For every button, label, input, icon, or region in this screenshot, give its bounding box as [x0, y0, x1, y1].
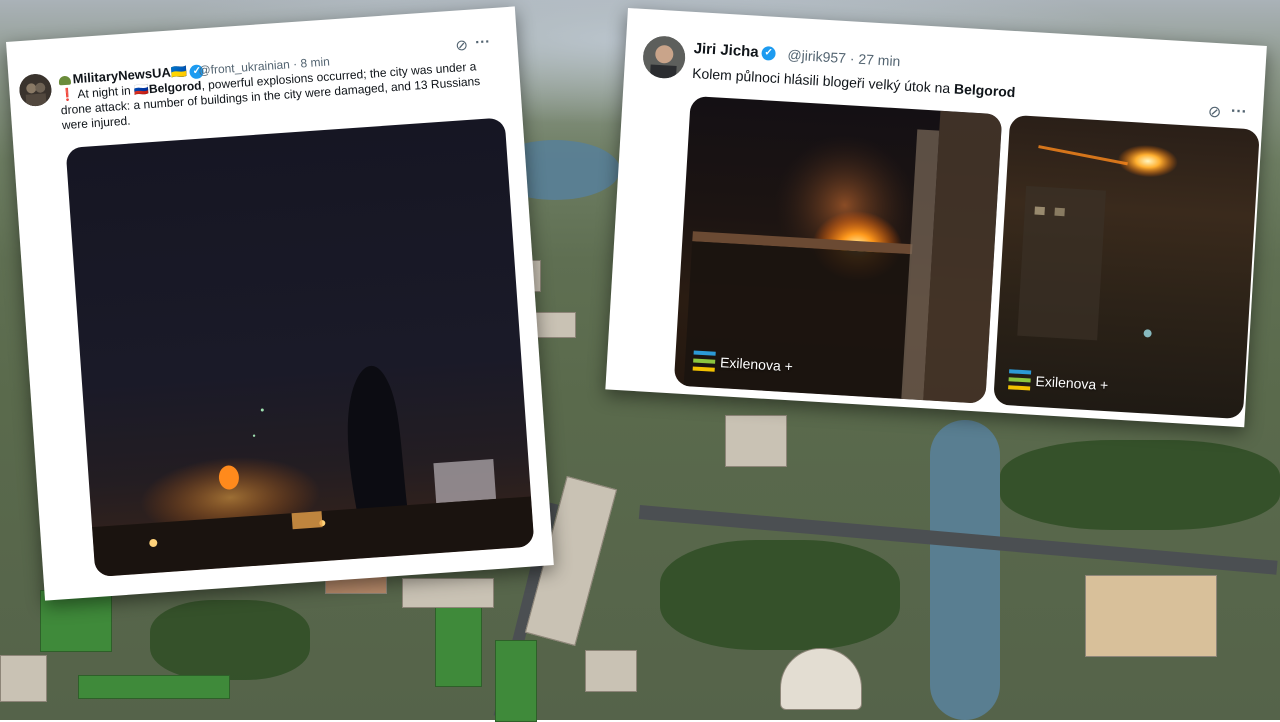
avatar-image — [641, 35, 687, 80]
tweet-photo-2[interactable]: Exilenova + — [993, 114, 1260, 420]
tweet-video[interactable] — [65, 117, 535, 578]
park-trees — [660, 540, 900, 650]
more-icon[interactable]: ··· — [475, 33, 491, 51]
exilenova-logo-icon — [1008, 369, 1032, 391]
grok-icon[interactable]: ⊘ — [1207, 104, 1221, 122]
tweet-card[interactable]: Jiri Jicha ✓ @jirik957 · 27 min Kolem půl… — [605, 8, 1267, 428]
tweet-photo-1[interactable]: Exilenova + — [673, 95, 1003, 404]
tweet-card[interactable]: MilitaryNewsUA🇺🇦 ✓ @front_ukrainian · 8 m… — [6, 6, 554, 601]
river-channel — [930, 420, 1000, 720]
theatre-building — [780, 648, 862, 710]
night-explosion-scene — [92, 365, 535, 578]
helmet-emoji — [58, 75, 72, 86]
user-handle[interactable]: @jirik957 · 27 min — [787, 47, 901, 70]
green-roof-building — [78, 675, 230, 699]
watermark-text: Exilenova + — [719, 354, 794, 375]
verified-badge-icon: ✓ — [761, 46, 777, 61]
building — [0, 655, 47, 702]
apartment-block — [725, 415, 787, 467]
avatar[interactable] — [641, 35, 687, 80]
green-roof-building — [495, 640, 537, 722]
tweet-text-prefix: Kolem půlnoci hlásili blogeři velký útok… — [691, 64, 955, 97]
grok-icon[interactable]: ⊘ — [455, 37, 469, 55]
handle-text: @jirik957 — [787, 46, 847, 67]
ukraine-flag-emoji: 🇺🇦 — [170, 63, 188, 80]
exilenova-logo-icon — [692, 350, 716, 372]
display-name-text: Jiri Jicha — [693, 39, 760, 61]
tweet-text-bold: Belgorod — [953, 80, 1016, 101]
forest-right — [1000, 440, 1280, 530]
display-name[interactable]: Jiri Jicha ✓ — [693, 39, 777, 62]
building — [585, 650, 637, 692]
avatar[interactable] — [18, 72, 53, 108]
construction-site — [1085, 575, 1217, 657]
tweet-time: · 27 min — [849, 50, 901, 70]
trees-left — [150, 600, 310, 680]
building — [402, 578, 494, 608]
russia-flag-emoji: 🇷🇺 — [133, 82, 150, 98]
green-roof-building — [435, 605, 482, 687]
avatar-image — [18, 72, 53, 108]
tweet-time: · 8 min — [292, 54, 331, 72]
watermark-text: Exilenova + — [1035, 372, 1109, 394]
more-icon[interactable]: ··· — [1230, 103, 1247, 121]
